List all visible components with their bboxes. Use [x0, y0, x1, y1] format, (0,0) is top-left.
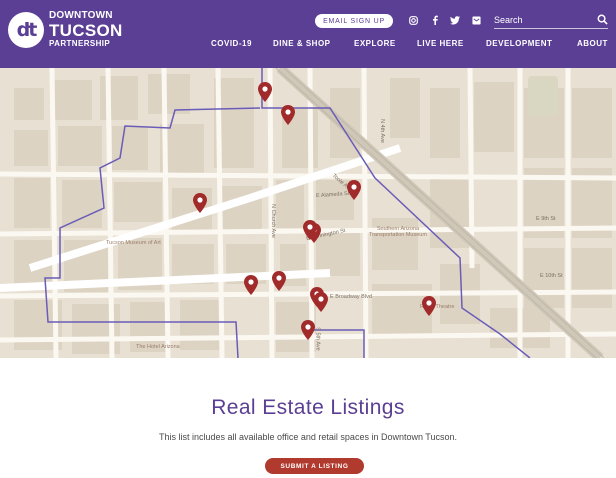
site-header: dt DOWNTOWN TUCSON PARTNERSHIP EMAIL SIG…: [0, 0, 616, 68]
facebook-icon[interactable]: [428, 13, 442, 27]
street-label: E Broadway Blvd: [330, 294, 372, 300]
nav-item-development[interactable]: DEVELOPMENT: [486, 39, 552, 48]
map-pin[interactable]: [422, 296, 436, 316]
poi-label: Southern Arizona Transportation Museum: [369, 226, 427, 238]
map-pin[interactable]: [258, 82, 272, 102]
logo-line-2: TUCSON: [49, 21, 123, 40]
listings-map[interactable]: N Church Ave E Alameda St E Pennington S…: [0, 68, 616, 358]
nav-item-live-here[interactable]: LIVE HERE: [417, 39, 464, 48]
page-title: Real Estate Listings: [211, 396, 405, 419]
street-label: S 5th Ave: [314, 327, 321, 351]
map-pin[interactable]: [301, 320, 315, 340]
map-pin[interactable]: [314, 292, 328, 312]
instagram-icon[interactable]: [406, 13, 420, 27]
map-pin[interactable]: [347, 180, 361, 200]
nav-item-covid[interactable]: COVID-19: [211, 39, 252, 48]
street-label: E 10th St: [540, 273, 563, 279]
submit-listing-button[interactable]: SUBMIT A LISTING: [265, 458, 364, 474]
map-pin[interactable]: [193, 193, 207, 213]
street-label: N 4th Ave: [378, 119, 385, 143]
email-icon[interactable]: [469, 13, 483, 27]
twitter-icon[interactable]: [448, 13, 462, 27]
search-field: [494, 12, 608, 29]
map-pin[interactable]: [272, 271, 286, 291]
map-pin[interactable]: [303, 220, 317, 240]
map-pin[interactable]: [281, 105, 295, 125]
map-base-layer: [0, 68, 616, 358]
search-icon[interactable]: [597, 14, 608, 25]
page-subtitle: This list includes all available office …: [159, 432, 457, 442]
nav-item-about[interactable]: ABOUT: [577, 39, 608, 48]
search-input[interactable]: [494, 12, 594, 28]
email-signup-button[interactable]: EMAIL SIGN UP: [315, 14, 393, 28]
poi-label: Tucson Museum of Art: [106, 240, 161, 246]
nav-item-explore[interactable]: EXPLORE: [354, 39, 396, 48]
map-pin[interactable]: [244, 275, 258, 295]
poi-label: The Hotel Arizona: [136, 344, 180, 350]
street-label: N Church Ave: [269, 204, 276, 238]
street-label: E 9th St: [536, 216, 556, 222]
nav-item-dine-shop[interactable]: DINE & SHOP: [273, 39, 331, 48]
main-nav: COVID-19 DINE & SHOP EXPLORE LIVE HERE D…: [0, 39, 616, 53]
logo-line-1: DOWNTOWN: [49, 10, 113, 21]
